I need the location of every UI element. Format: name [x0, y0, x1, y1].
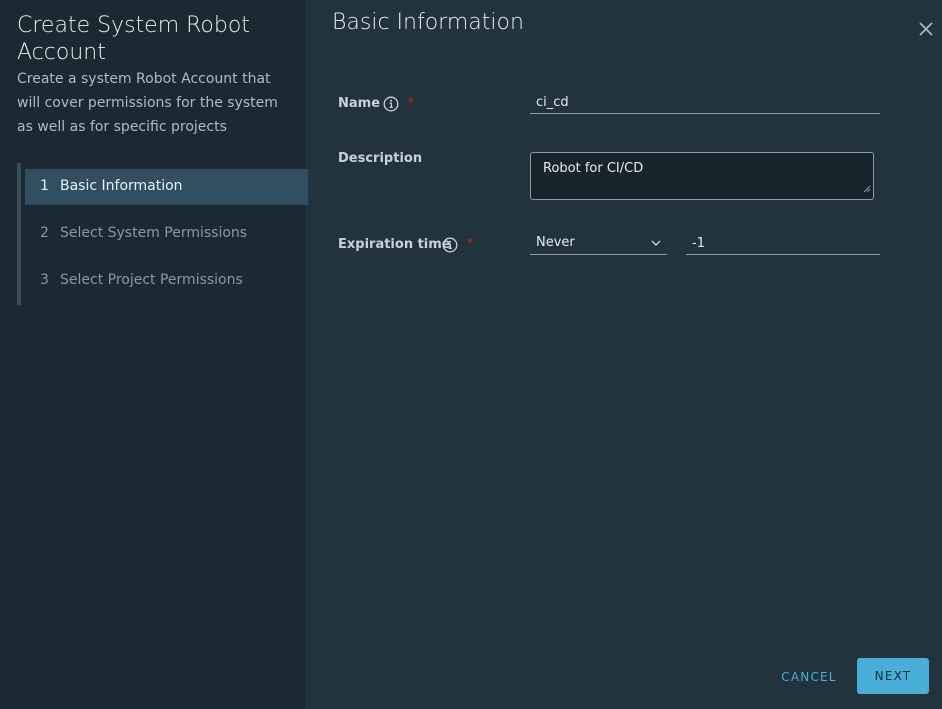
- info-icon[interactable]: [383, 96, 399, 112]
- expiration-select[interactable]: Never: [530, 232, 667, 255]
- step-number: 2: [40, 225, 49, 241]
- name-label: Name: [338, 96, 381, 111]
- step-system-permissions[interactable]: 2 Select System Permissions: [25, 216, 308, 252]
- expiration-days-input[interactable]: [686, 233, 880, 255]
- step-number: 3: [40, 272, 49, 288]
- wizard-description: Create a system Robot Account that will …: [17, 71, 278, 135]
- name-input[interactable]: [530, 92, 880, 114]
- step-label: Select Project Permissions: [60, 272, 243, 288]
- wizard-steps: 1 Basic Information 2 Select System Perm…: [17, 163, 308, 305]
- info-icon[interactable]: [442, 237, 458, 253]
- chevron-down-icon: [651, 237, 661, 252]
- step-project-permissions[interactable]: 3 Select Project Permissions: [25, 263, 308, 299]
- cancel-button[interactable]: CANCEL: [772, 660, 846, 694]
- wizard-title: Create System Robot Account: [17, 13, 250, 65]
- step-label: Select System Permissions: [60, 225, 248, 241]
- description-textarea[interactable]: Robot for CI/CD: [530, 152, 874, 200]
- resize-handle-icon[interactable]: [863, 182, 871, 197]
- description-text: Robot for CI/CD: [543, 161, 644, 176]
- close-icon[interactable]: [916, 19, 936, 39]
- required-indicator: *: [467, 236, 473, 250]
- page-title: Basic Information: [332, 10, 524, 35]
- description-label: Description: [338, 151, 423, 166]
- required-indicator: *: [408, 95, 414, 109]
- step-label: Basic Information: [60, 178, 183, 194]
- wizard-sidebar: Create System Robot Account Create a sys…: [0, 0, 308, 709]
- step-basic-information[interactable]: 1 Basic Information: [25, 169, 308, 205]
- expiration-select-value: Never: [536, 235, 575, 250]
- next-button[interactable]: NEXT: [857, 658, 929, 694]
- step-number: 1: [40, 178, 49, 194]
- expiration-label: Expiration time: [338, 237, 451, 252]
